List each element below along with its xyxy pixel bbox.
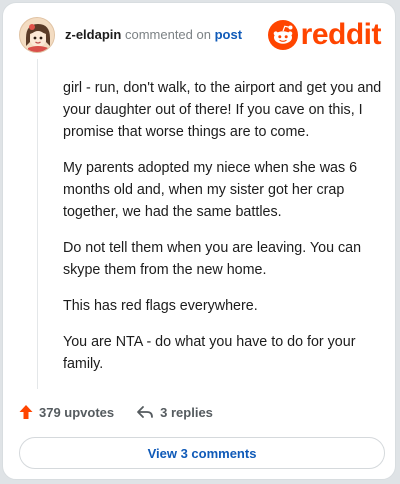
comment-card: z-eldapin commented on post reddit girl … — [2, 2, 396, 480]
comment-body: girl - run, don't walk, to the airport a… — [63, 77, 385, 389]
comment-paragraph: girl - run, don't walk, to the airport a… — [63, 80, 382, 140]
upvote-button[interactable]: 379 upvotes — [19, 404, 114, 420]
avatar[interactable] — [19, 17, 55, 53]
reply-button[interactable]: 3 replies — [136, 405, 213, 420]
username-link[interactable]: z-eldapin — [65, 27, 121, 42]
reddit-snoo-icon — [267, 20, 298, 50]
reply-count: 3 replies — [160, 404, 213, 420]
comment-paragraph: You are NTA - do what you have to do for… — [63, 334, 356, 372]
comment-paragraph: This has red flags everywhere. — [63, 298, 258, 314]
thread-line[interactable] — [37, 59, 38, 389]
view-comments-button[interactable]: View 3 comments — [19, 437, 385, 469]
reply-arrow-icon — [137, 406, 154, 418]
comment-meta: z-eldapin commented on post — [65, 27, 242, 43]
comment-header: z-eldapin commented on post reddit — [19, 17, 382, 57]
comment-paragraph: Do not tell them when you are leaving. Y… — [63, 240, 362, 278]
upvote-arrow-icon — [19, 405, 33, 419]
comment-actions: 379 upvotes 3 replies — [19, 401, 213, 423]
upvote-count: 379 upvotes — [39, 404, 115, 420]
comment-verb: commented on — [124, 27, 211, 42]
reddit-wordmark: reddit — [300, 18, 382, 51]
reddit-logo[interactable]: reddit — [267, 18, 382, 51]
comment-paragraph: My parents adopted my niece when she was… — [63, 160, 358, 220]
post-link[interactable]: post — [215, 27, 242, 42]
